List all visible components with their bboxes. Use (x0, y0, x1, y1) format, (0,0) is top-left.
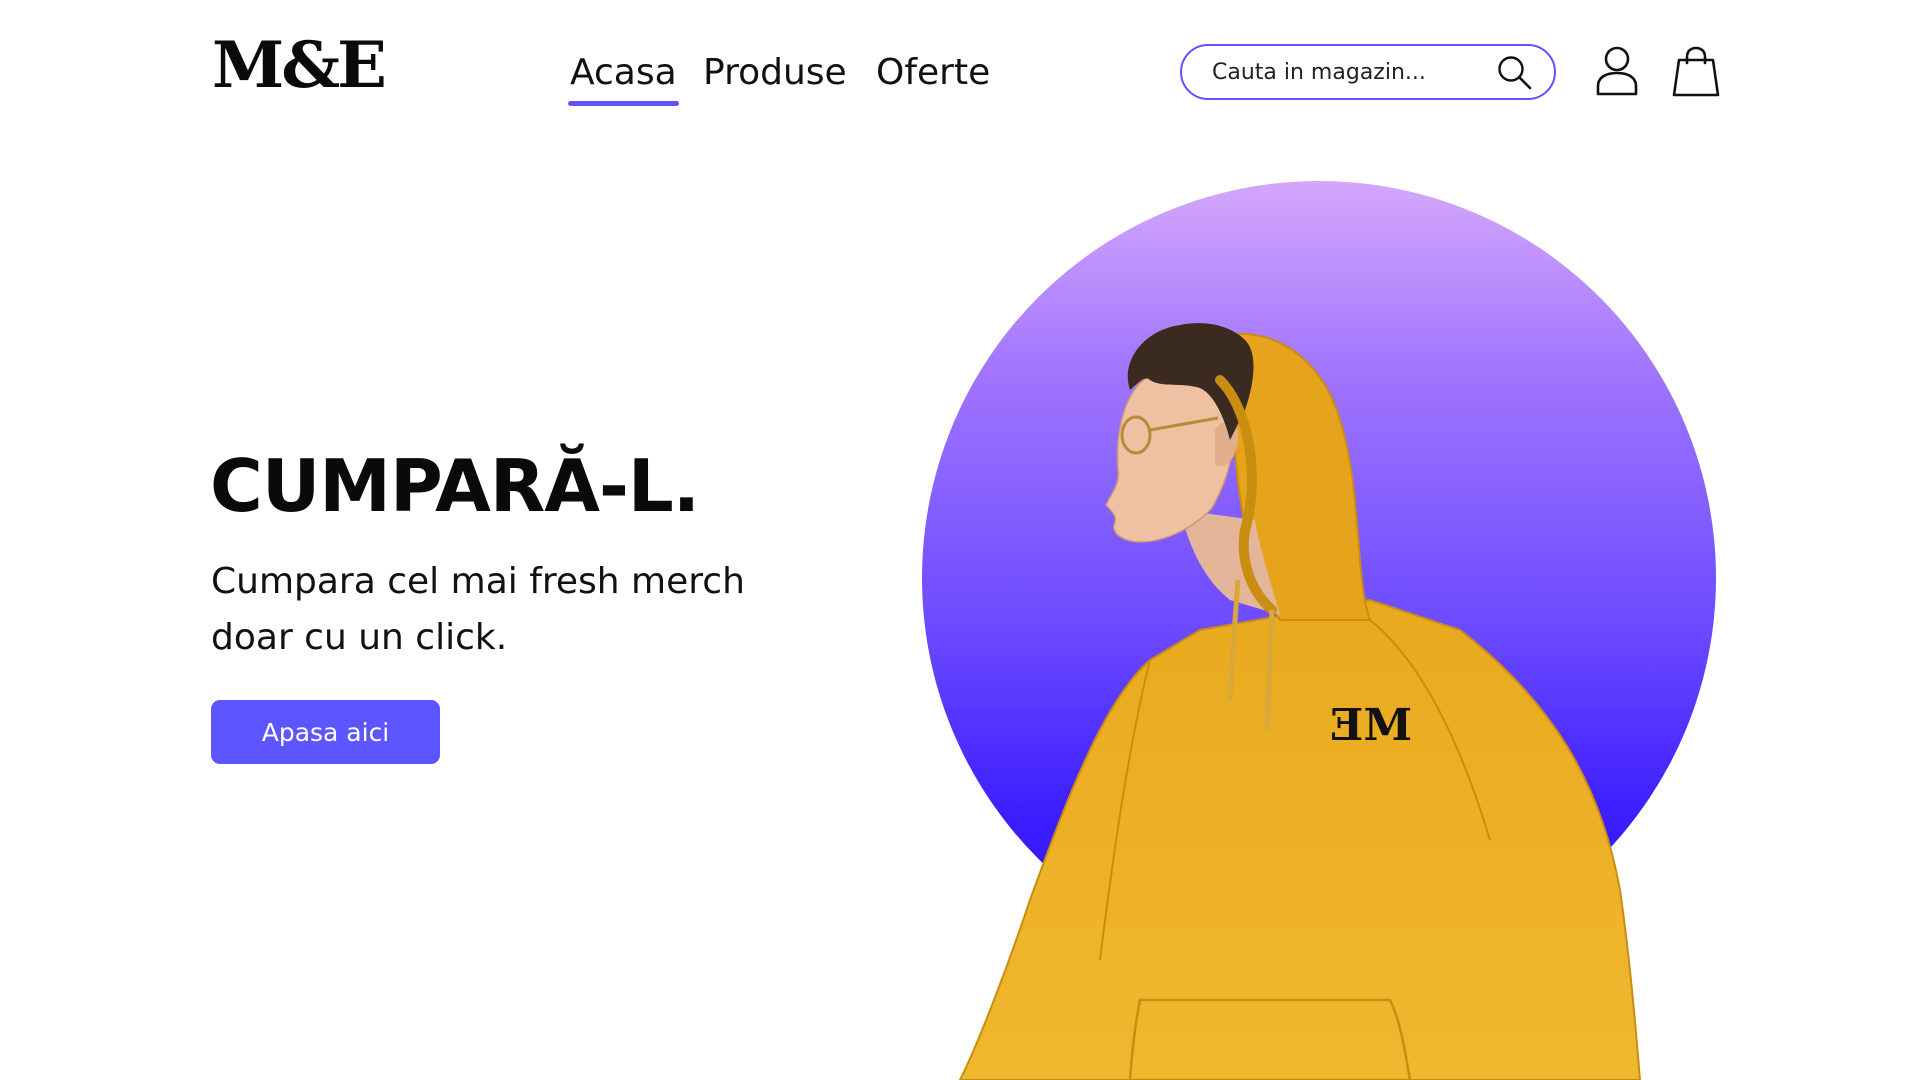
search-bar (1180, 44, 1556, 100)
hero-subtitle-line2: doar cu un click. (211, 617, 508, 658)
hero-model-image: ƎM (958, 323, 1642, 1080)
hero-subtitle-line1: Cumpara cel mai fresh merch (211, 561, 745, 602)
brand-logo[interactable]: M&E (212, 28, 387, 104)
search-input[interactable] (1212, 52, 1502, 92)
shopping-bag-icon[interactable] (1672, 46, 1720, 98)
hoodie-logo: ƎM (1330, 700, 1412, 751)
user-icon[interactable] (1596, 46, 1638, 96)
search-icon[interactable] (1496, 54, 1534, 92)
hero-subtitle: Cumpara cel mai fresh merch doar cu un c… (211, 554, 811, 666)
cta-button[interactable]: Apasa aici (211, 700, 440, 764)
nav-item-acasa[interactable]: Acasa (568, 48, 679, 106)
nav-item-produse[interactable]: Produse (703, 48, 847, 98)
hero-title: CUMPARĂ-L. (210, 444, 700, 528)
nav-item-oferte[interactable]: Oferte (876, 48, 990, 98)
